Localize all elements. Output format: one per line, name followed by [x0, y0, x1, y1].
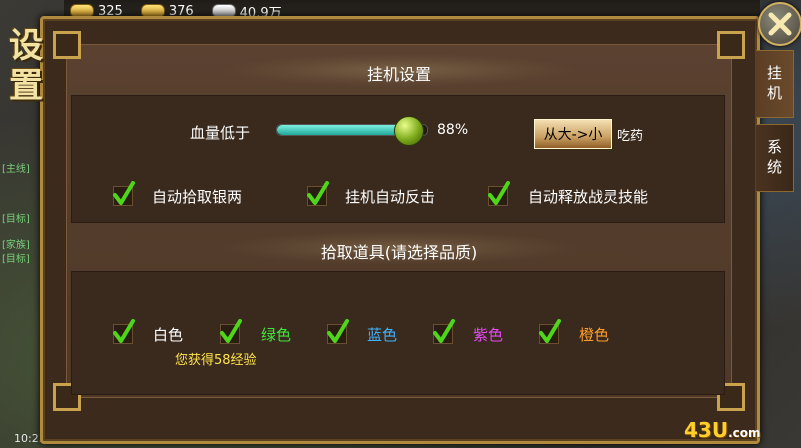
checkmark-icon: [488, 181, 510, 205]
title-char-1: 设: [9, 26, 43, 66]
checkmark-icon: [327, 319, 349, 343]
hp-percent-value: 88%: [437, 122, 469, 138]
auto-spirit-skill-checkbox[interactable]: [488, 181, 510, 206]
corner-ornament: [53, 31, 81, 59]
auto-spirit-skill-label: 自动释放战灵技能: [528, 188, 649, 206]
watermark-brand: 43U: [684, 418, 729, 442]
quality-green-checkbox[interactable]: [220, 319, 242, 344]
checkmark-icon: [113, 319, 135, 343]
potion-label: 吃药: [617, 129, 644, 144]
quest-tag-main[interactable]: [主线]: [2, 160, 30, 175]
corner-ornament: [717, 31, 745, 59]
quality-blue-label: 蓝色: [367, 326, 398, 344]
quality-purple-checkbox[interactable]: [433, 319, 455, 344]
hp-threshold-label: 血量低于: [190, 124, 251, 142]
quest-tag-family[interactable]: [家族]: [2, 236, 30, 251]
afk-settings-title: 挂机设置: [366, 65, 431, 84]
quality-green-label: 绿色: [261, 326, 292, 344]
hp-slider-knob[interactable]: [394, 116, 424, 146]
checkmark-icon: [307, 181, 329, 205]
window-title: 设 置: [4, 26, 48, 106]
checkmark-icon: [113, 181, 135, 205]
tab-system[interactable]: 系 统: [756, 124, 794, 192]
exp-gain-notice: 您获得58经验: [175, 353, 257, 368]
auto-pickup-silver-label: 自动拾取银两: [152, 188, 243, 206]
tab-afk-label-2: 机: [766, 84, 782, 102]
quality-orange-label: 橙色: [579, 326, 610, 344]
checkmark-icon: [539, 319, 561, 343]
quality-white-checkbox[interactable]: [113, 319, 135, 344]
watermark-suffix: .com: [728, 426, 761, 440]
hp-slider-fill: [277, 125, 409, 135]
auto-pickup-silver-checkbox[interactable]: [113, 181, 135, 206]
auto-counterattack-label: 挂机自动反击: [345, 188, 436, 206]
tab-afk[interactable]: 挂 机: [756, 50, 794, 118]
checkmark-icon: [433, 319, 455, 343]
close-button[interactable]: [758, 2, 801, 46]
tab-system-label-1: 系: [766, 138, 782, 156]
quality-purple-label: 紫色: [473, 326, 504, 344]
close-icon: [768, 12, 792, 36]
quality-white-label: 白色: [153, 326, 184, 344]
quality-blue-checkbox[interactable]: [327, 319, 349, 344]
site-watermark: 43U.com: [684, 418, 761, 442]
tab-system-label-2: 统: [766, 158, 782, 176]
quest-tag-target[interactable]: [目标]: [2, 210, 30, 225]
title-char-2: 置: [9, 66, 43, 106]
quest-tag-target-2[interactable]: [目标]: [2, 250, 30, 265]
potion-order-button[interactable]: 从大->小: [533, 118, 613, 150]
tab-afk-label-1: 挂: [766, 64, 782, 82]
loot-settings-title: 拾取道具(请选择品质): [320, 243, 478, 262]
auto-counterattack-checkbox[interactable]: [307, 181, 329, 206]
quality-orange-checkbox[interactable]: [539, 319, 561, 344]
checkmark-icon: [220, 319, 242, 343]
